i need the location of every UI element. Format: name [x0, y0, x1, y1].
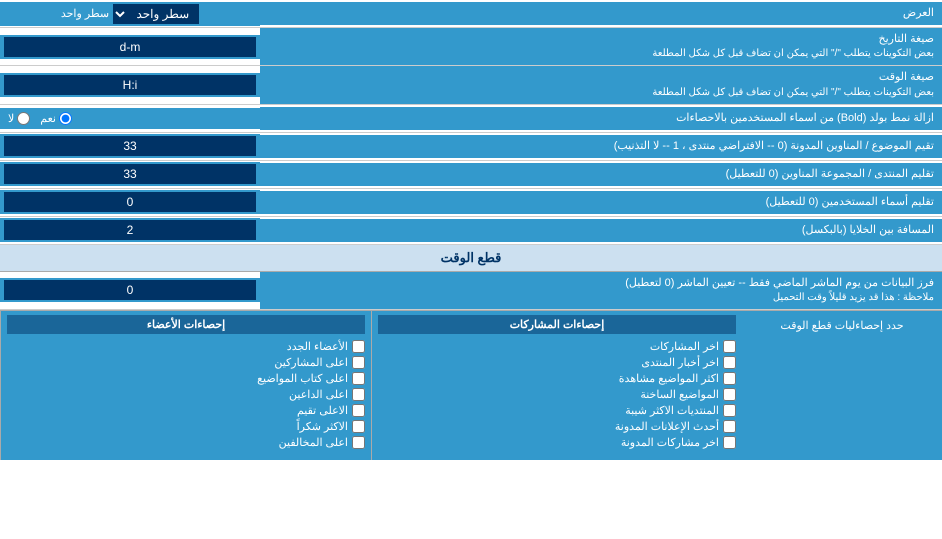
- checkboxes-section: حدد إحصاءليات قطع الوقت إحصاءات المشاركا…: [0, 310, 942, 460]
- participation-stats-header: إحصاءات المشاركات: [378, 315, 736, 334]
- check-latest-ads[interactable]: [723, 420, 736, 433]
- user-names-label: تقليم أسماء المستخدمين (0 للتعطيل): [260, 191, 942, 214]
- check-item-5: المنتديات الاكثر شيبة: [378, 404, 736, 417]
- members-stats-group: إحصاءات الأعضاء الأعضاء الجدد اعلى المشا…: [0, 311, 371, 460]
- check-forum-news[interactable]: [723, 356, 736, 369]
- display-row: العرض سطر واحد سطرين ثلاثة أسطر سطر واحد: [0, 0, 942, 28]
- bold-remove-radio-cell: نعم لا: [0, 108, 260, 129]
- spacing-row: المسافة بين الخلايا (بالبكسل): [0, 217, 942, 245]
- check-item-m6: الاكثر شكراً: [7, 420, 365, 433]
- bold-no-radio[interactable]: [17, 112, 30, 125]
- user-names-row: تقليم أسماء المستخدمين (0 للتعطيل): [0, 189, 942, 217]
- forum-topic-row: تقيم الموضوع / المناوين المدونة (0 -- ال…: [0, 133, 942, 161]
- date-format-input[interactable]: [4, 37, 256, 57]
- stats-label: حدد إحصاءليات قطع الوقت: [780, 319, 903, 332]
- check-item-m5: الاعلى تقيم: [7, 404, 365, 417]
- members-stats-header: إحصاءات الأعضاء: [7, 315, 365, 334]
- check-most-forums[interactable]: [723, 404, 736, 417]
- check-last-blog-posts[interactable]: [723, 436, 736, 449]
- cutoff-section-header: قطع الوقت: [0, 245, 942, 272]
- check-item-6: أحدث الإعلانات المدونة: [378, 420, 736, 433]
- participation-stats-group: إحصاءات المشاركات اخر المشاركات اخر أخبا…: [371, 311, 742, 460]
- cutoff-data-input[interactable]: [4, 280, 256, 300]
- user-names-input-cell: [0, 190, 260, 214]
- time-format-input[interactable]: [4, 75, 256, 95]
- check-top-topic-writers[interactable]: [352, 372, 365, 385]
- spacing-label: المسافة بين الخلايا (بالبكسل): [260, 219, 942, 242]
- check-new-members[interactable]: [352, 340, 365, 353]
- display-label: العرض: [260, 2, 942, 25]
- check-most-thankful[interactable]: [352, 420, 365, 433]
- check-top-violators[interactable]: [352, 436, 365, 449]
- check-item-m7: اعلى المخالفين: [7, 436, 365, 449]
- bold-yes-label[interactable]: نعم: [40, 112, 72, 125]
- cutoff-data-input-cell: [0, 278, 260, 302]
- time-format-row: صيغة الوقت بعض التكوينات يتطلب "/" التي …: [0, 66, 942, 104]
- check-item-m1: الأعضاء الجدد: [7, 340, 365, 353]
- stats-label-cell: حدد إحصاءليات قطع الوقت: [742, 311, 942, 460]
- check-item-1: اخر المشاركات: [378, 340, 736, 353]
- forum-topic-label: تقيم الموضوع / المناوين المدونة (0 -- ال…: [260, 135, 942, 158]
- date-format-input-cell: [0, 35, 260, 59]
- spacing-input[interactable]: [4, 220, 256, 240]
- forum-group-input[interactable]: [4, 164, 256, 184]
- check-top-rated[interactable]: [352, 404, 365, 417]
- bold-remove-label: ازالة نمط بولد (Bold) من اسماء المستخدمي…: [260, 107, 942, 130]
- check-item-3: اكثر المواضيع مشاهدة: [378, 372, 736, 385]
- forum-group-label: تقليم المنتدى / المجموعة المناوين (0 للت…: [260, 163, 942, 186]
- check-item-m4: اعلى الداعين: [7, 388, 365, 401]
- check-top-inviters[interactable]: [352, 388, 365, 401]
- bold-yes-radio[interactable]: [59, 112, 72, 125]
- spacing-input-cell: [0, 218, 260, 242]
- single-line-select-cell[interactable]: سطر واحد سطرين ثلاثة أسطر سطر واحد: [0, 2, 260, 26]
- cutoff-data-row: فرز البيانات من يوم الماشر الماضي فقط --…: [0, 272, 942, 310]
- check-item-m3: اعلى كتاب المواضيع: [7, 372, 365, 385]
- check-top-posters[interactable]: [352, 356, 365, 369]
- date-format-row: صيغة التاريخ بعض التكوينات يتطلب "/" الت…: [0, 28, 942, 66]
- check-last-posts[interactable]: [723, 340, 736, 353]
- cutoff-data-label: فرز البيانات من يوم الماشر الماضي فقط --…: [260, 272, 942, 309]
- check-item-m2: اعلى المشاركين: [7, 356, 365, 369]
- user-names-input[interactable]: [4, 192, 256, 212]
- bold-remove-row: ازالة نمط بولد (Bold) من اسماء المستخدمي…: [0, 105, 942, 133]
- single-line-label: سطر واحد: [61, 7, 109, 20]
- forum-group-row: تقليم المنتدى / المجموعة المناوين (0 للت…: [0, 161, 942, 189]
- check-hot-topics[interactable]: [723, 388, 736, 401]
- check-item-7: اخر مشاركات المدونة: [378, 436, 736, 449]
- bold-no-label[interactable]: لا: [8, 112, 30, 125]
- date-format-label: صيغة التاريخ بعض التكوينات يتطلب "/" الت…: [260, 28, 942, 65]
- time-format-label: صيغة الوقت بعض التكوينات يتطلب "/" التي …: [260, 66, 942, 103]
- check-most-viewed[interactable]: [723, 372, 736, 385]
- check-item-2: اخر أخبار المنتدى: [378, 356, 736, 369]
- single-line-select[interactable]: سطر واحد سطرين ثلاثة أسطر: [113, 4, 199, 24]
- check-item-4: المواضيع الساخنة: [378, 388, 736, 401]
- forum-topic-input[interactable]: [4, 136, 256, 156]
- forum-group-input-cell: [0, 162, 260, 186]
- time-format-input-cell: [0, 73, 260, 97]
- forum-topic-input-cell: [0, 134, 260, 158]
